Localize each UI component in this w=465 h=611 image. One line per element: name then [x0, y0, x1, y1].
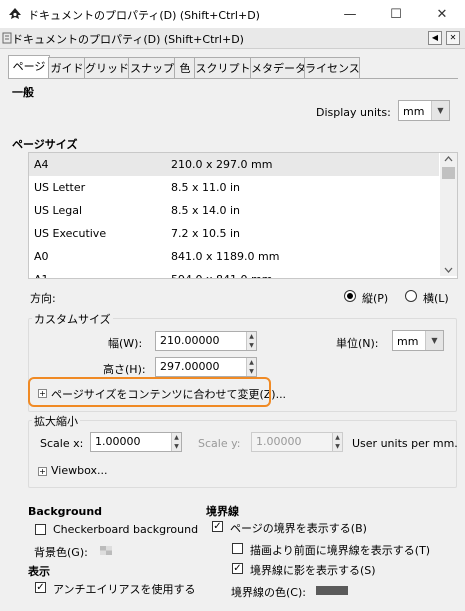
spin-arrows-icon[interactable]: ▲ ▼ [171, 433, 181, 451]
maximize-button[interactable]: ☐ [373, 0, 419, 28]
portrait-label[interactable]: 縦(P) [362, 290, 388, 306]
scale-heading: 拡大縮小 [32, 413, 80, 429]
chevron-down-icon: ▼ [425, 331, 443, 350]
orientation-label: 方向: [30, 292, 56, 305]
checkerboard-checkbox[interactable] [35, 524, 46, 535]
dock-handle-icon[interactable] [2, 32, 12, 44]
border-on-top-label[interactable]: 描画より前面に境界線を表示する(T) [250, 542, 430, 558]
minimize-button[interactable]: — [327, 0, 373, 28]
page-size-dimensions: 841.0 x 1189.0 mm [171, 250, 280, 263]
tab-license[interactable]: ライセンス [304, 57, 360, 79]
viewbox-expander[interactable]: Viewbox... [51, 464, 107, 477]
border-color-label: 境界線の色(C): [231, 586, 306, 599]
width-spinbox[interactable]: 210.00000 ▲ ▼ [155, 331, 257, 351]
list-item[interactable]: US Letter 8.5 x 11.0 in [29, 176, 439, 199]
height-spinbox[interactable]: 297.00000 ▲ ▼ [155, 357, 257, 377]
tab-color[interactable]: 色 [174, 57, 196, 79]
scale-y-label: Scale y: [198, 437, 241, 450]
landscape-radio[interactable] [405, 290, 417, 302]
page-size-dimensions: 7.2 x 10.5 in [171, 227, 241, 240]
list-item[interactable]: A0 841.0 x 1189.0 mm [29, 245, 439, 268]
custom-size-heading: カスタムサイズ [32, 311, 113, 327]
width-value: 210.00000 [160, 334, 220, 347]
chevron-down-icon: ▼ [431, 101, 449, 120]
list-scrollbar[interactable] [440, 153, 457, 276]
show-border-checkbox[interactable]: ✓ [212, 521, 223, 532]
tab-grids[interactable]: グリッド [84, 57, 130, 79]
background-color-label: 背景色(G): [34, 546, 88, 559]
window-title: ドキュメントのプロパティ(D) (Shift+Ctrl+D) [28, 9, 260, 22]
page-size-name: A0 [34, 250, 49, 263]
page-size-heading: ページサイズ [12, 138, 78, 151]
show-border-label[interactable]: ページの境界を表示する(B) [230, 520, 367, 536]
scale-x-value: 1.00000 [95, 435, 141, 448]
antialias-label[interactable]: アンチエイリアスを使用する [53, 581, 196, 597]
page-size-name: A1 [34, 268, 49, 278]
background-heading: Background [28, 505, 103, 518]
scale-units-label: User units per mm. [352, 437, 458, 450]
antialias-checkbox[interactable]: ✓ [35, 582, 46, 593]
portrait-radio[interactable] [344, 290, 356, 302]
height-value: 297.00000 [160, 360, 220, 373]
unit-label: 単位(N): [336, 337, 379, 350]
display-units-select[interactable]: mm ▼ [398, 100, 450, 121]
unit-select[interactable]: mm ▼ [392, 330, 444, 351]
page-size-dimensions: 8.5 x 14.0 in [171, 204, 241, 217]
display-heading: 表示 [28, 565, 50, 578]
spin-arrows-icon[interactable]: ▲ ▼ [246, 332, 256, 350]
list-item[interactable]: A1 594.0 x 841.0 mm [29, 268, 439, 278]
spin-arrows-icon: ▲ ▼ [332, 433, 342, 451]
background-color-swatch[interactable] [100, 546, 112, 555]
scale-group [28, 420, 457, 488]
list-item[interactable]: US Legal 8.5 x 14.0 in [29, 199, 439, 222]
tab-metadata[interactable]: メタデータ [250, 57, 306, 79]
border-shadow-label[interactable]: 境界線に影を表示する(S) [250, 562, 376, 578]
dialog-dock-header: ドキュメントのプロパティ(D) (Shift+Ctrl+D) ◀ ✕ [0, 28, 465, 49]
window-titlebar: ドキュメントのプロパティ(D) (Shift+Ctrl+D) — ☐ ✕ [0, 0, 465, 29]
spin-arrows-icon[interactable]: ▲ ▼ [246, 358, 256, 376]
display-units-label: Display units: [316, 106, 391, 119]
scale-x-label: Scale x: [40, 437, 84, 450]
tab-snap[interactable]: スナップ [128, 57, 176, 79]
close-window-button[interactable]: ✕ [419, 0, 465, 28]
unit-value: mm [397, 335, 419, 348]
dialog-title: ドキュメントのプロパティ(D) (Shift+Ctrl+D) [12, 33, 244, 46]
page-size-name: A4 [34, 158, 49, 171]
scroll-up-icon[interactable] [444, 156, 453, 162]
dock-collapse-button[interactable]: ◀ [428, 31, 442, 45]
list-item[interactable]: A4 210.0 x 297.0 mm [29, 153, 439, 176]
width-label: 幅(W): [108, 337, 143, 350]
checkerboard-label[interactable]: Checkerboard background [53, 523, 198, 536]
scale-y-value: 1.00000 [256, 435, 302, 448]
page-size-name: US Letter [34, 181, 86, 194]
page-size-name: US Executive [34, 227, 107, 240]
scale-y-spinbox: 1.00000 ▲ ▼ [251, 432, 343, 452]
border-shadow-checkbox[interactable]: ✓ [232, 563, 243, 574]
height-label: 高さ(H): [103, 363, 146, 376]
tab-scripting[interactable]: スクリプト [194, 57, 252, 79]
landscape-label[interactable]: 横(L) [423, 290, 449, 306]
display-units-value: mm [403, 105, 425, 118]
border-color-swatch[interactable] [316, 586, 348, 595]
inkscape-app-icon [9, 8, 21, 19]
general-heading: 一般 [12, 86, 34, 99]
tab-guides[interactable]: ガイド [48, 57, 86, 79]
border-heading: 境界線 [206, 505, 239, 518]
dock-close-button[interactable]: ✕ [446, 31, 460, 45]
tab-page[interactable]: ページ [8, 55, 50, 80]
border-on-top-checkbox[interactable] [232, 543, 243, 554]
page-size-dimensions: 210.0 x 297.0 mm [171, 158, 273, 171]
list-item[interactable]: US Executive 7.2 x 10.5 in [29, 222, 439, 245]
page-size-name: US Legal [34, 204, 83, 217]
page-size-list[interactable]: A4 210.0 x 297.0 mm US Letter 8.5 x 11.0… [28, 152, 458, 279]
scroll-down-icon[interactable] [444, 267, 453, 273]
expand-plus-icon[interactable]: + [38, 467, 47, 476]
annotation-highlight [28, 377, 271, 407]
page-size-dimensions: 8.5 x 11.0 in [171, 181, 241, 194]
scroll-thumb[interactable] [442, 167, 455, 179]
page-size-dimensions: 594.0 x 841.0 mm [171, 268, 272, 278]
scale-x-spinbox[interactable]: 1.00000 ▲ ▼ [90, 432, 182, 452]
